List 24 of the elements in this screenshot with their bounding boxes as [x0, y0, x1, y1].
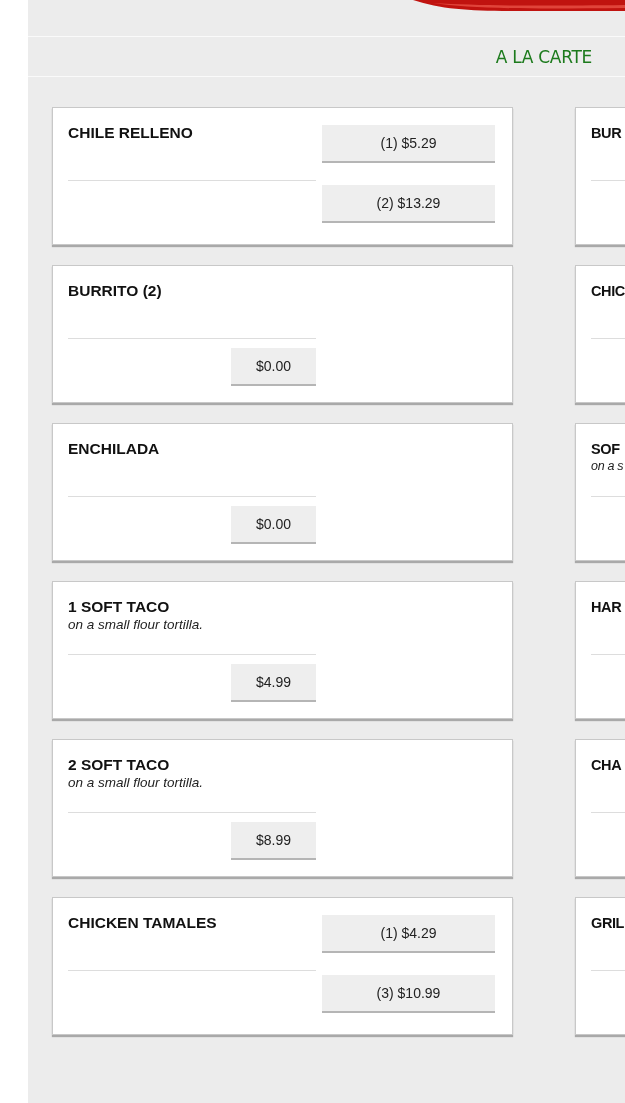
item-name: CHIC [591, 282, 625, 300]
price-button[interactable]: $4.99 [231, 664, 316, 702]
item-name: 1 SOFT TACO [68, 598, 171, 616]
price-button[interactable]: (1) $4.29 [322, 915, 495, 953]
item-description: on a s [591, 458, 625, 475]
item-name: ENCHILADA [68, 440, 161, 458]
item-name: GRIL [591, 914, 625, 932]
price-button[interactable]: (2) $13.29 [322, 185, 495, 223]
item-name: HAR [591, 598, 623, 616]
item-name: CHICKEN TAMALES [68, 914, 218, 932]
price-button[interactable]: $0.00 [231, 506, 316, 544]
price-button[interactable]: $0.00 [231, 348, 316, 386]
item-name: BURRITO (2) [68, 282, 163, 300]
item-description: on a small flour tortilla. [68, 774, 205, 791]
price-button[interactable]: $8.99 [231, 822, 316, 860]
section-title: A LA CARTE [495, 46, 592, 67]
item-name: BUR [591, 124, 623, 142]
price-button[interactable]: (3) $10.99 [322, 975, 495, 1013]
item-name: CHILE RELLENO [68, 124, 194, 142]
item-name: 2 SOFT TACO [68, 756, 171, 774]
item-name: SOF [591, 440, 621, 458]
price-button[interactable]: (1) $5.29 [322, 125, 495, 163]
item-name: CHA [591, 756, 623, 774]
item-description: on a small flour tortilla. [68, 616, 205, 633]
